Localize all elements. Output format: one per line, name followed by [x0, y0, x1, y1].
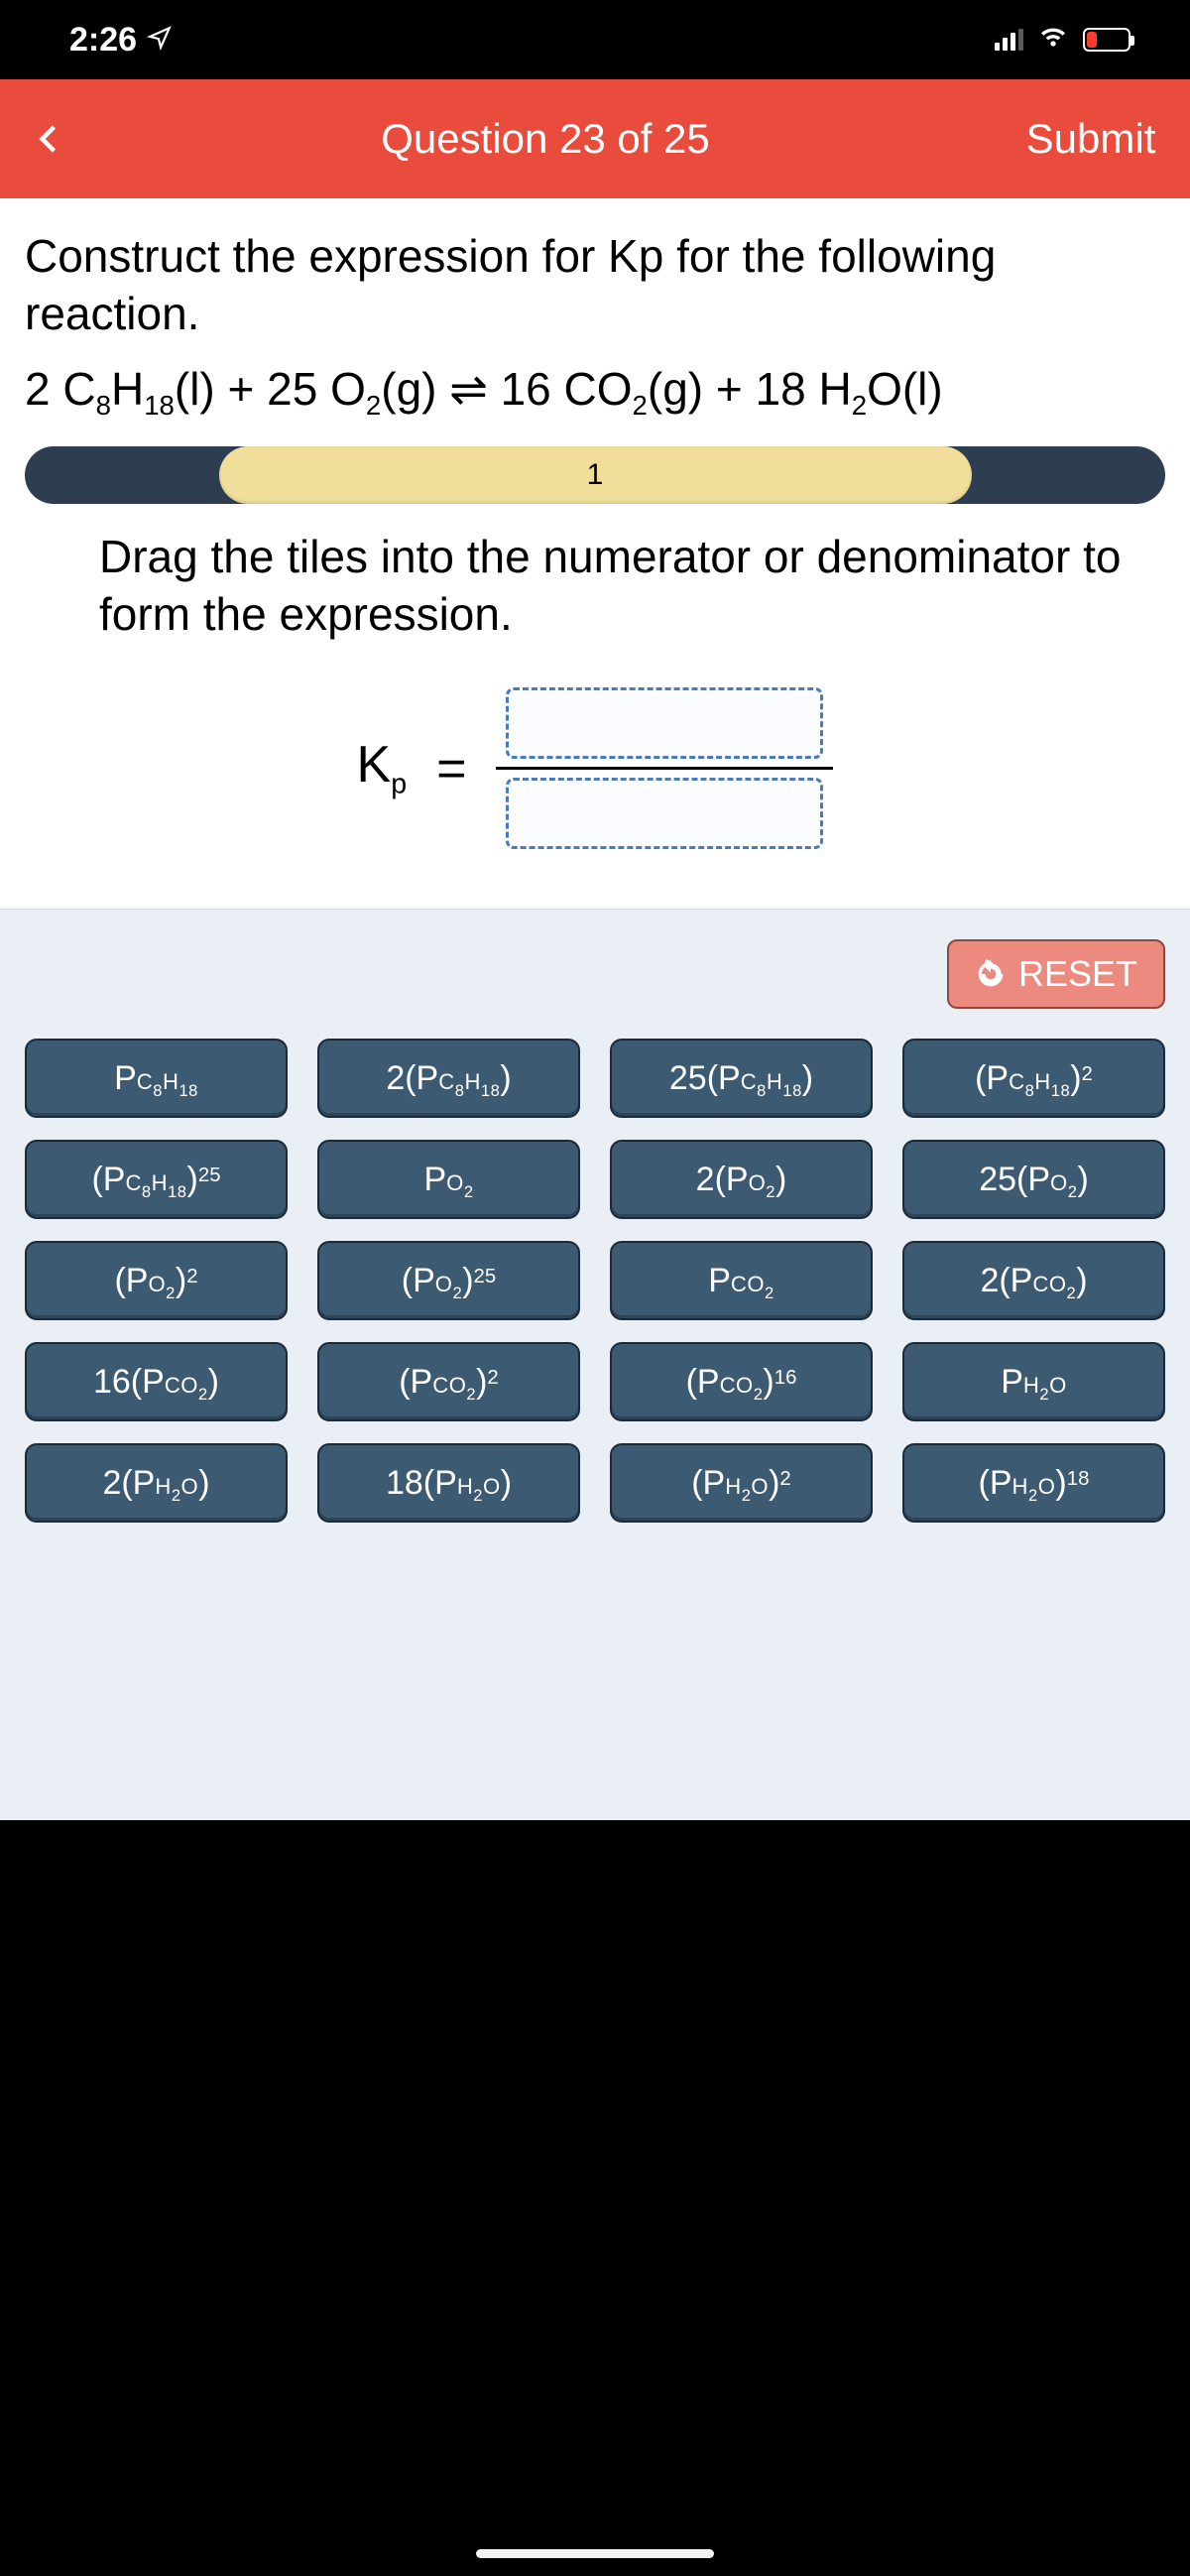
answer-tile[interactable]: 25(PO2)	[902, 1140, 1165, 1219]
expression-builder: Kp =	[0, 673, 1190, 909]
fraction	[496, 687, 833, 849]
status-right	[995, 20, 1130, 61]
wifi-icon	[1037, 20, 1069, 61]
progress-bar: 1	[25, 446, 1165, 504]
battery-icon	[1083, 28, 1130, 52]
clock: 2:26	[69, 21, 137, 60]
answer-tile[interactable]: (PC8H18)25	[25, 1140, 288, 1219]
denominator-dropzone[interactable]	[506, 778, 823, 849]
home-indicator[interactable]	[476, 2549, 714, 2558]
answer-tile[interactable]: 16(PCO2)	[25, 1342, 288, 1421]
answer-tile[interactable]: PC8H18	[25, 1039, 288, 1118]
app-header: Question 23 of 25 Submit	[0, 79, 1190, 198]
status-left: 2:26	[69, 21, 173, 60]
reaction-equation: 2 C8H18(l) + 25 O2(g) ⇌ 16 CO2(g) + 18 H…	[0, 362, 1190, 446]
back-button[interactable]	[0, 121, 99, 157]
content-area: Construct the expression for Kp for the …	[0, 198, 1190, 909]
question-counter: Question 23 of 25	[99, 115, 992, 163]
answer-tile[interactable]: (PO2)2	[25, 1241, 288, 1320]
cellular-icon	[995, 29, 1023, 51]
answer-tile[interactable]: (PCO2)16	[610, 1342, 873, 1421]
answer-tray: RESET PC8H18 2(PC8H18) 25(PC8H18) (PC8H18)2…	[0, 909, 1190, 1820]
status-bar: 2:26	[0, 0, 1190, 79]
answer-tile[interactable]: 2(PC8H18)	[317, 1039, 580, 1118]
answer-tile[interactable]: (PC8H18)2	[902, 1039, 1165, 1118]
answer-tile[interactable]: 2(PO2)	[610, 1140, 873, 1219]
answer-tile[interactable]: 2(PH2O)	[25, 1443, 288, 1523]
answer-tile[interactable]: PCO2	[610, 1241, 873, 1320]
fraction-line	[496, 767, 833, 770]
question-prompt: Construct the expression for Kp for the …	[0, 198, 1190, 362]
answer-tile[interactable]: (PH2O)2	[610, 1443, 873, 1523]
progress-fill: 1	[219, 446, 972, 504]
tile-grid: PC8H18 2(PC8H18) 25(PC8H18) (PC8H18)2 (PC8H1…	[25, 1039, 1165, 1523]
answer-tile[interactable]: PH2O	[902, 1342, 1165, 1421]
answer-tile[interactable]: 25(PC8H18)	[610, 1039, 873, 1118]
answer-tile[interactable]: 2(PCO2)	[902, 1241, 1165, 1320]
answer-tile[interactable]: 18(PH2O)	[317, 1443, 580, 1523]
drag-instruction: Drag the tiles into the numerator or den…	[0, 529, 1190, 673]
answer-tile[interactable]: (PCO2)2	[317, 1342, 580, 1421]
reset-button[interactable]: RESET	[947, 939, 1165, 1009]
location-icon	[147, 21, 173, 60]
reset-label: RESET	[1018, 953, 1137, 995]
answer-tile[interactable]: PO2	[317, 1140, 580, 1219]
equals-sign: =	[436, 739, 466, 798]
kp-label: Kp	[357, 735, 408, 800]
numerator-dropzone[interactable]	[506, 687, 823, 759]
answer-tile[interactable]: (PH2O)18	[902, 1443, 1165, 1523]
submit-button[interactable]: Submit	[992, 115, 1190, 163]
answer-tile[interactable]: (PO2)25	[317, 1241, 580, 1320]
